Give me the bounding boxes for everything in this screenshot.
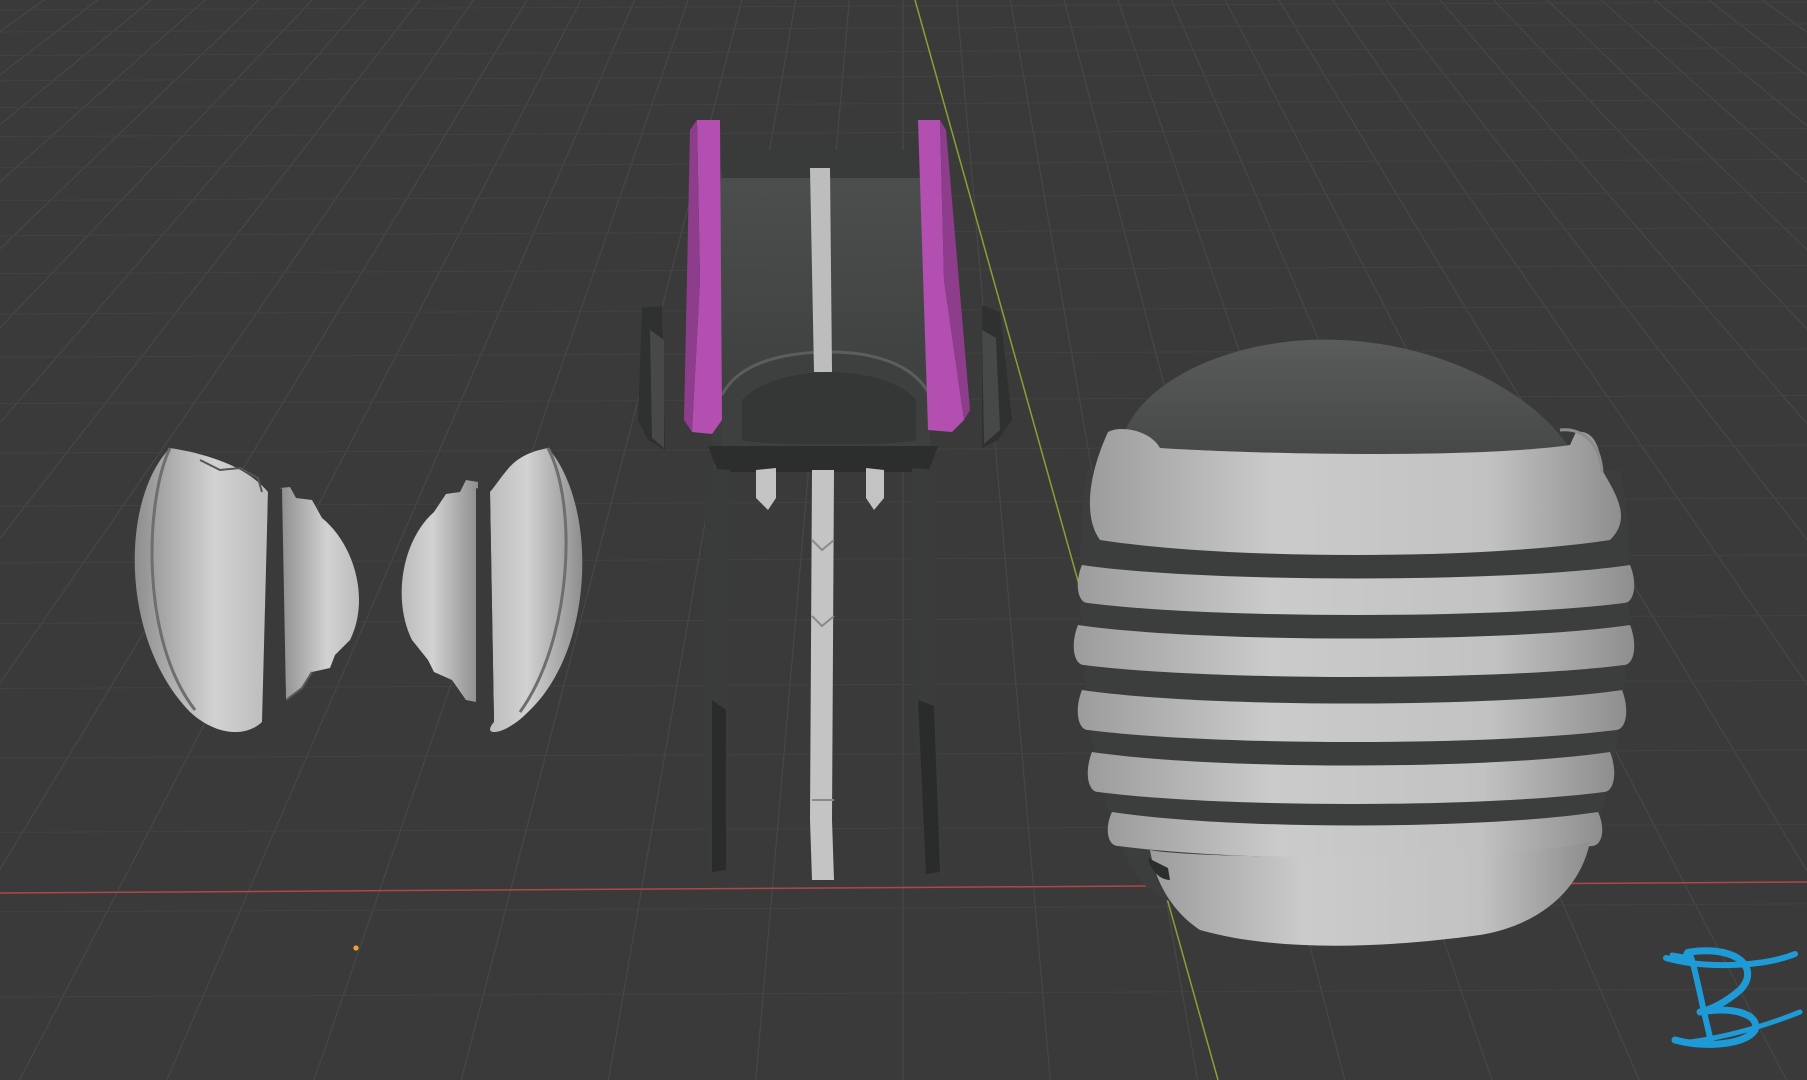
logo-icon [1663, 947, 1803, 1048]
origin-dot [353, 945, 359, 951]
helmet-dome[interactable] [1073, 339, 1635, 946]
right-ear-piece[interactable] [401, 447, 583, 733]
3d-viewport[interactable] [0, 0, 1807, 1080]
faceplate[interactable] [638, 120, 1012, 880]
viewport-canvas[interactable] [0, 0, 1807, 1080]
